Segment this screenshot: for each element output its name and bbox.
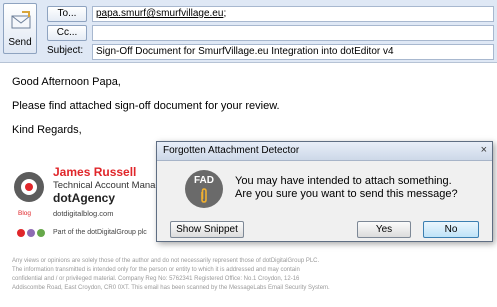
to-field[interactable]: papa.smurf@smurfvillage.eu; [92, 6, 494, 22]
signature-title: Technical Account Manager [53, 180, 170, 191]
dotagency-logo [14, 172, 44, 202]
fad-icon-text: FAD [194, 175, 214, 186]
greeting-text: Good Afternoon Papa, [12, 76, 121, 88]
blog-label: Blog [18, 210, 32, 217]
fad-icon: FAD [185, 170, 223, 208]
email-disclaimer: Any views or opinions are solely those o… [12, 257, 492, 293]
subject-field[interactable]: Sign-Off Document for SmurfVillage.eu In… [92, 44, 494, 60]
to-recipient[interactable]: papa.smurf@smurfvillage.eu [96, 8, 223, 19]
cc-field[interactable] [92, 25, 494, 41]
group-dots-icon [17, 229, 47, 237]
to-separator: ; [223, 8, 227, 19]
yes-button[interactable]: Yes [357, 221, 411, 238]
compose-header: Send To... papa.smurf@smurfvillage.eu; C… [0, 0, 497, 63]
show-snippet-button[interactable]: Show Snippet [170, 221, 244, 238]
send-envelope-icon [11, 11, 31, 29]
dialog-message-line1: You may have intended to attach somethin… [235, 175, 452, 187]
cc-button[interactable]: Cc... [47, 25, 87, 41]
body-line: Please find attached sign-off document f… [12, 100, 280, 112]
close-icon[interactable]: × [481, 144, 487, 156]
paperclip-icon [201, 188, 207, 203]
disclaimer-line: Any views or opinions are solely those o… [12, 258, 320, 264]
dialog-message-line2: Are you sure you want to send this messa… [235, 188, 458, 200]
group-dot-purple [27, 229, 35, 237]
signature-company: dotAgency [53, 191, 116, 205]
disclaimer-line: confidential and / or privileged materia… [12, 276, 300, 282]
disclaimer-line: The information transmitted is intended … [12, 267, 300, 273]
group-text: Part of the dotDigitalGroup plc [53, 229, 147, 236]
dialog-titlebar[interactable]: Forgotten Attachment Detector × [157, 142, 492, 161]
blog-link[interactable]: dotdigitalblog.com [53, 209, 113, 218]
group-dot-green [37, 229, 45, 237]
to-button[interactable]: To... [47, 6, 87, 22]
send-button[interactable]: Send [3, 3, 37, 54]
closing-text: Kind Regards, [12, 124, 82, 136]
no-button[interactable]: No [423, 221, 479, 238]
group-dot-red [17, 229, 25, 237]
signature-name: James Russell [53, 165, 137, 179]
send-label: Send [8, 37, 32, 48]
subject-label: Subject: [47, 45, 84, 56]
dialog-title: Forgotten Attachment Detector [163, 145, 300, 156]
disclaimer-line: Addiscombe Road, East Croydon, CR0 0XT. … [12, 285, 330, 291]
forgotten-attachment-dialog: Forgotten Attachment Detector × FAD You … [156, 141, 493, 242]
